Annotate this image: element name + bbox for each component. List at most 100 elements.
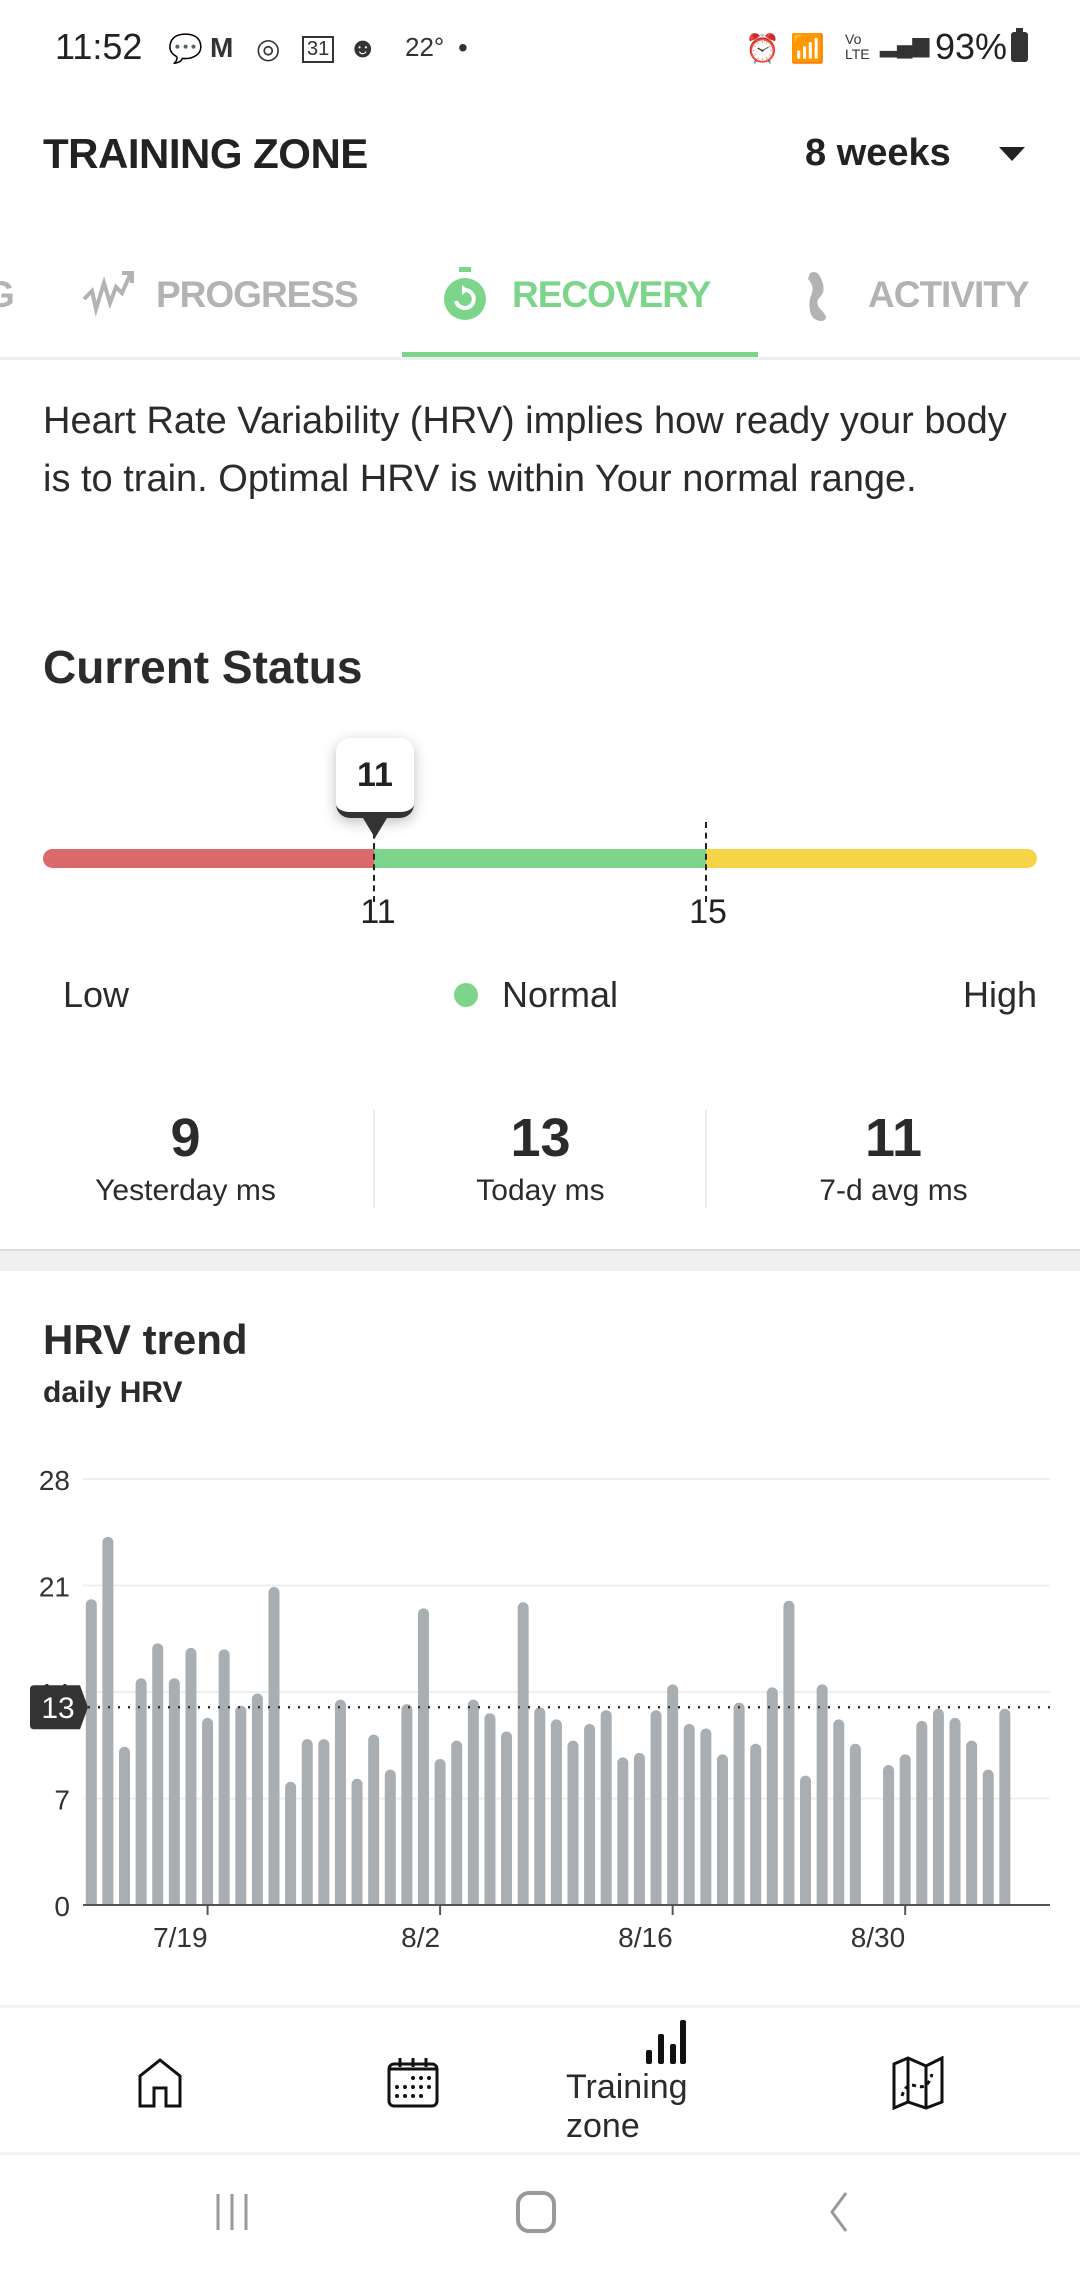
bar-8/16 xyxy=(667,1684,679,1911)
stat-7d-avg: 11 7-d avg ms xyxy=(728,1105,1059,1211)
nav-home[interactable] xyxy=(60,2008,260,2158)
reference-label: 13 xyxy=(41,1692,74,1725)
tab-progress[interactable]: PROGRESS xyxy=(82,270,359,320)
bar-8/8 xyxy=(534,1707,546,1911)
back-button[interactable] xyxy=(818,2190,862,2234)
bar-7/19 xyxy=(202,1717,214,1911)
bar-7/24 xyxy=(285,1781,297,1911)
nav-training-zone[interactable]: Training zone xyxy=(566,2008,766,2158)
tab-label: ACTIVITY xyxy=(868,274,1030,315)
calendar-icon: 31 xyxy=(302,36,335,63)
stat-value: 13 xyxy=(510,1108,571,1168)
stat-value: 11 xyxy=(864,1108,923,1168)
section-divider xyxy=(0,1249,1080,1271)
bar-8/17 xyxy=(683,1723,695,1911)
bar-8/1 xyxy=(418,1608,429,1911)
bar-7/13 xyxy=(102,1536,114,1911)
volte-icon: Vo LTE xyxy=(845,31,870,62)
calendar-icon xyxy=(387,2058,439,2108)
footprint-icon xyxy=(808,272,826,321)
bar-8/29 xyxy=(883,1765,895,1911)
stopwatch-icon xyxy=(444,267,486,320)
legend-low: Low xyxy=(63,974,130,1015)
home-button[interactable] xyxy=(514,2190,558,2234)
stat-label: 7-d avg ms xyxy=(819,1174,968,1207)
recent-apps-button[interactable] xyxy=(212,2190,256,2234)
bar-8/11 xyxy=(584,1723,596,1911)
y-tick-label: 7 xyxy=(54,1785,70,1816)
stat-yesterday: 9 Yesterday ms xyxy=(20,1105,351,1211)
bar-9/2 xyxy=(949,1717,961,1911)
bar-7/25 xyxy=(301,1739,313,1911)
battery-percent: 93% xyxy=(934,26,1007,67)
divider xyxy=(705,1110,707,1208)
bar-7/14 xyxy=(119,1746,131,1911)
legend-high: High xyxy=(962,974,1037,1015)
bar-8/6 xyxy=(501,1731,513,1911)
nav-map[interactable] xyxy=(818,2008,1018,2158)
alien-icon: ☻ xyxy=(348,32,378,63)
trend-arrow-icon xyxy=(82,271,134,317)
stat-label: Yesterday ms xyxy=(95,1174,276,1207)
gauge-threshold-tick xyxy=(705,822,707,902)
bar-chart-icon xyxy=(646,2020,686,2064)
stat-label: Today ms xyxy=(476,1174,605,1207)
range-dropdown[interactable]: 8 weeks xyxy=(805,132,1025,175)
bar-7/22 xyxy=(251,1693,263,1911)
y-tick-label: 21 xyxy=(39,1572,70,1603)
bar-7/15 xyxy=(135,1678,147,1911)
bottom-nav: Training zone xyxy=(0,2005,1080,2155)
gauge-high-segment xyxy=(706,849,1037,868)
bar-7/16 xyxy=(152,1643,164,1911)
bar-7/27 xyxy=(334,1699,346,1911)
trend-subtitle: daily HRV xyxy=(43,1376,183,1409)
bar-8/7 xyxy=(517,1602,529,1911)
bar-7/21 xyxy=(235,1705,247,1911)
nav-label: Training zone xyxy=(566,2068,688,2145)
bar-7/29 xyxy=(368,1734,380,1911)
battery-icon xyxy=(1011,28,1028,62)
bar-7/28 xyxy=(351,1778,363,1911)
bar-8/10 xyxy=(567,1740,579,1911)
temperature: 22° xyxy=(405,32,445,62)
bar-8/9 xyxy=(550,1719,562,1911)
bar-8/5 xyxy=(484,1713,496,1911)
gauge-threshold-label: 11 xyxy=(360,893,396,931)
tab-activity[interactable]: ACTIVITY xyxy=(800,270,1030,321)
range-value: 8 weeks xyxy=(805,132,951,174)
tab-bar: G PROGRESS RECOVERY ACTIVITY xyxy=(0,250,1080,360)
alarm-icon: ⏰ xyxy=(745,33,780,64)
bar-7/23 xyxy=(268,1587,280,1911)
map-icon xyxy=(892,2056,944,2110)
bar-8/24 xyxy=(800,1775,812,1911)
signal-icon: ▂▄▆ xyxy=(880,32,930,57)
battery-status: 93% xyxy=(935,26,1028,68)
hrv-trend-chart: 071421287/198/28/168/3013 xyxy=(30,1465,1050,1953)
nav-calendar[interactable] xyxy=(313,2008,513,2158)
page-title: TRAINING ZONE xyxy=(43,130,368,177)
current-status-heading: Current Status xyxy=(43,641,363,693)
wifi-icon: 📶 xyxy=(790,33,825,64)
bar-9/3 xyxy=(966,1740,978,1911)
x-tick-label: 7/19 xyxy=(153,1922,208,1953)
bar-8/3 xyxy=(451,1740,463,1911)
chevron-down-icon xyxy=(998,146,1025,161)
y-tick-label: 28 xyxy=(39,1465,70,1496)
legend-normal: Normal xyxy=(502,974,619,1015)
bar-8/19 xyxy=(716,1754,728,1911)
bar-8/20 xyxy=(733,1702,745,1911)
tab-recovery[interactable]: RECOVERY xyxy=(440,267,711,320)
bar-8/21 xyxy=(750,1743,762,1911)
x-tick-label: 8/2 xyxy=(401,1922,440,1953)
gmail-icon: M xyxy=(210,32,234,63)
bar-8/31 xyxy=(916,1720,928,1911)
bar-9/1 xyxy=(932,1708,944,1911)
bar-8/25 xyxy=(816,1684,828,1911)
bar-8/22 xyxy=(766,1687,778,1911)
x-tick-label: 8/16 xyxy=(618,1922,673,1953)
normal-dot-icon xyxy=(454,983,478,1007)
hrv-description: Heart Rate Variability (HRV) implies how… xyxy=(43,400,1007,500)
tab-partial[interactable]: G xyxy=(0,270,15,320)
bar-8/4 xyxy=(467,1699,479,1911)
home-icon xyxy=(138,2058,182,2108)
